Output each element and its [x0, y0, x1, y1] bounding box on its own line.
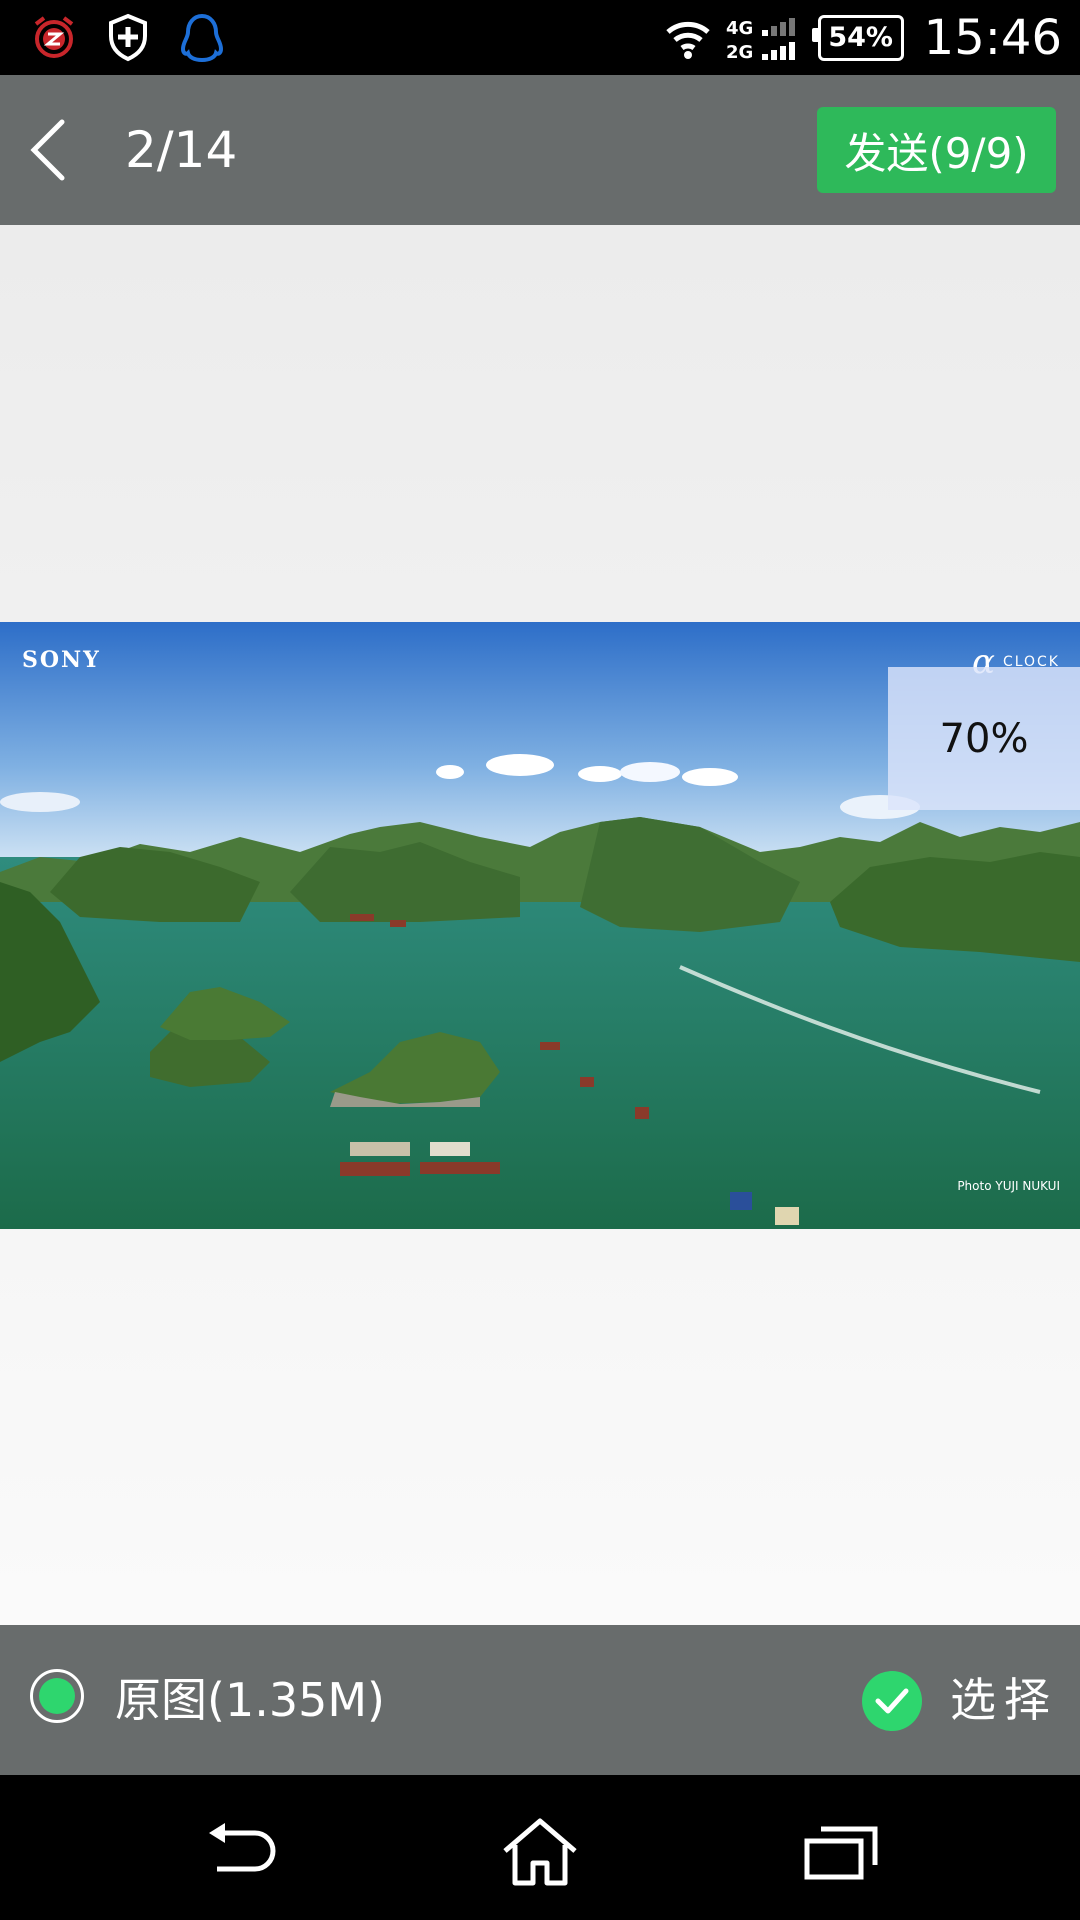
back-arrow-icon[interactable]: [20, 110, 80, 190]
status-bar: 4G 2G 54% 15:46: [0, 0, 1080, 75]
battery-percent: 54%: [828, 22, 893, 53]
battery-indicator: 54%: [811, 14, 904, 61]
status-left-icons: [30, 12, 226, 62]
select-checkbox[interactable]: [862, 1671, 922, 1731]
nav-home-icon[interactable]: [495, 1817, 585, 1887]
radio-selected-dot: [39, 1678, 75, 1714]
nav-recents-icon[interactable]: [795, 1817, 885, 1887]
status-right-icons: 4G 2G 54% 15:46: [664, 0, 1062, 75]
checkmark-icon: [875, 1688, 909, 1714]
image-preview-area: SONY α CLOCK Photo YUJI NUKUI 70%: [0, 225, 1080, 1625]
progress-percent: 70%: [939, 715, 1029, 762]
svg-text:2G: 2G: [726, 42, 753, 62]
wifi-icon: [666, 21, 710, 59]
signal-icon: 4G 2G: [726, 17, 795, 62]
original-image-radio[interactable]: [30, 1669, 84, 1723]
status-time: 15:46: [923, 9, 1062, 66]
send-button[interactable]: 发送(9/9): [817, 107, 1056, 193]
shield-plus-icon: [109, 13, 147, 62]
photo-credit: Photo YUJI NUKUI: [957, 1179, 1060, 1193]
alarm-clock-icon: [34, 16, 74, 58]
bottom-action-bar: 原图(1.35M) 选择: [0, 1625, 1080, 1775]
upload-progress-overlay: 70%: [888, 667, 1080, 810]
original-image-label[interactable]: 原图(1.35M): [115, 1625, 385, 1775]
top-app-bar: 2/14 发送(9/9): [0, 75, 1080, 225]
qq-penguin-icon: [180, 13, 224, 62]
svg-text:4G: 4G: [726, 18, 753, 39]
preview-photo[interactable]: SONY α CLOCK Photo YUJI NUKUI 70%: [0, 622, 1080, 1229]
image-counter: 2/14: [125, 121, 238, 179]
sony-watermark: SONY: [22, 647, 101, 673]
select-label[interactable]: 选择: [950, 1625, 1058, 1775]
nav-back-icon[interactable]: [195, 1817, 285, 1887]
system-navigation-bar: [0, 1775, 1080, 1920]
